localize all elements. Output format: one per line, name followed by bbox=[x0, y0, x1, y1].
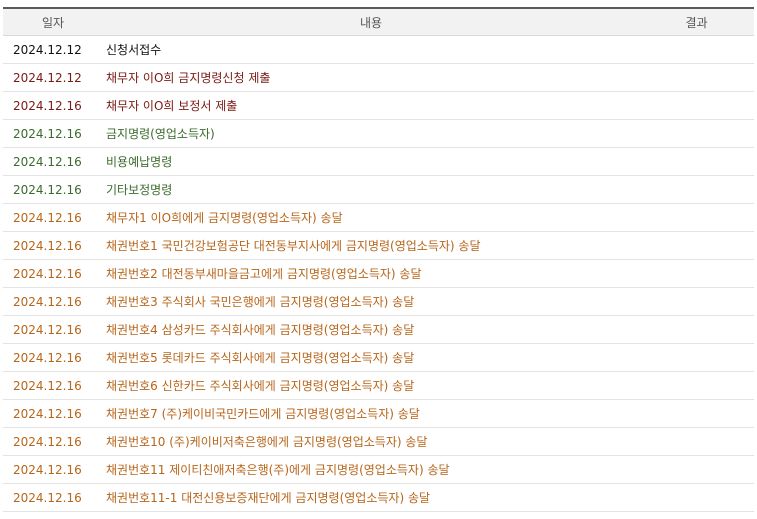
row-date: 2024.12.16 bbox=[3, 315, 103, 344]
table-row: 2024.12.16 금지명령(영업소득자) bbox=[3, 119, 754, 148]
case-progress-table: 일자 내용 결과 2024.12.12 신청서접수 2024.12.12 채무자 이O… bbox=[3, 9, 754, 512]
table-row: 2024.12.16 채권번호5 롯데카드 주식회사에게 금지명령(영업소득자) … bbox=[3, 343, 754, 372]
row-result bbox=[639, 259, 754, 288]
table-row: 2024.12.16 채무자1 이O희에게 금지명령(영업소득자) 송달 bbox=[3, 203, 754, 232]
table-row: 2024.12.16 채권번호1 국민건강보험공단 대전동부지사에게 금지명령(영… bbox=[3, 231, 754, 260]
table-row: 2024.12.16 채권번호7 (주)케이비국민카드에게 금지명령(영업소득자)… bbox=[3, 399, 754, 428]
row-date: 2024.12.16 bbox=[3, 231, 103, 260]
row-date: 2024.12.16 bbox=[3, 91, 103, 120]
row-date: 2024.12.16 bbox=[3, 259, 103, 288]
row-result bbox=[639, 231, 754, 260]
row-date: 2024.12.16 bbox=[3, 343, 103, 372]
case-progress-table-container: 일자 내용 결과 2024.12.12 신청서접수 2024.12.12 채무자 이O… bbox=[3, 7, 754, 512]
row-content: 채권번호4 삼성카드 주식회사에게 금지명령(영업소득자) 송달 bbox=[103, 315, 639, 344]
table-row: 2024.12.16 기타보정명령 bbox=[3, 175, 754, 204]
table-row: 2024.12.16 채권번호2 대전동부새마을금고에게 금지명령(영업소득자) … bbox=[3, 259, 754, 288]
table-row: 2024.12.12 채무자 이O희 금지명령신청 제출 bbox=[3, 63, 754, 92]
row-content: 채권번호11-1 대전신용보증재단에게 금지명령(영업소득자) 송달 bbox=[103, 483, 639, 512]
row-date: 2024.12.16 bbox=[3, 203, 103, 232]
row-date: 2024.12.12 bbox=[3, 63, 103, 92]
row-result bbox=[639, 147, 754, 176]
row-content: 채권번호7 (주)케이비국민카드에게 금지명령(영업소득자) 송달 bbox=[103, 399, 639, 428]
row-result bbox=[639, 287, 754, 316]
table-row: 2024.12.16 채권번호11 제이티친애저축은행(주)에게 금지명령(영업소… bbox=[3, 455, 754, 484]
row-content: 채무자 이O희 보정서 제출 bbox=[103, 91, 639, 120]
row-result bbox=[639, 483, 754, 512]
row-content: 신청서접수 bbox=[103, 35, 639, 64]
table-row: 2024.12.16 채권번호11-1 대전신용보증재단에게 금지명령(영업소득자… bbox=[3, 483, 754, 512]
row-content: 채권번호3 주식회사 국민은행에게 금지명령(영업소득자) 송달 bbox=[103, 287, 639, 316]
row-date: 2024.12.16 bbox=[3, 371, 103, 400]
row-content: 비용예납명령 bbox=[103, 147, 639, 176]
row-date: 2024.12.16 bbox=[3, 427, 103, 456]
row-result bbox=[639, 63, 754, 92]
row-date: 2024.12.12 bbox=[3, 35, 103, 64]
row-result bbox=[639, 399, 754, 428]
table-row: 2024.12.16 비용예납명령 bbox=[3, 147, 754, 176]
row-result bbox=[639, 315, 754, 344]
table-row: 2024.12.16 채권번호10 (주)케이비저축은행에게 금지명령(영업소득자… bbox=[3, 427, 754, 456]
row-content: 채권번호2 대전동부새마을금고에게 금지명령(영업소득자) 송달 bbox=[103, 259, 639, 288]
table-header: 일자 내용 결과 bbox=[3, 9, 754, 36]
row-content: 채권번호5 롯데카드 주식회사에게 금지명령(영업소득자) 송달 bbox=[103, 343, 639, 372]
row-result bbox=[639, 203, 754, 232]
header-content: 내용 bbox=[103, 9, 639, 36]
header-result: 결과 bbox=[639, 9, 754, 36]
header-date: 일자 bbox=[3, 9, 103, 36]
row-date: 2024.12.16 bbox=[3, 399, 103, 428]
row-content: 채무자 이O희 금지명령신청 제출 bbox=[103, 63, 639, 92]
table-row: 2024.12.16 채권번호3 주식회사 국민은행에게 금지명령(영업소득자) … bbox=[3, 287, 754, 316]
row-result bbox=[639, 175, 754, 204]
row-result bbox=[639, 455, 754, 484]
row-result bbox=[639, 91, 754, 120]
row-content: 기타보정명령 bbox=[103, 175, 639, 204]
row-date: 2024.12.16 bbox=[3, 455, 103, 484]
row-result bbox=[639, 427, 754, 456]
row-date: 2024.12.16 bbox=[3, 287, 103, 316]
row-content: 금지명령(영업소득자) bbox=[103, 119, 639, 148]
row-content: 채권번호1 국민건강보험공단 대전동부지사에게 금지명령(영업소득자) 송달 bbox=[103, 231, 639, 260]
row-content: 채무자1 이O희에게 금지명령(영업소득자) 송달 bbox=[103, 203, 639, 232]
header-row: 일자 내용 결과 bbox=[3, 9, 754, 36]
row-date: 2024.12.16 bbox=[3, 119, 103, 148]
row-result bbox=[639, 343, 754, 372]
row-date: 2024.12.16 bbox=[3, 175, 103, 204]
row-date: 2024.12.16 bbox=[3, 483, 103, 512]
row-result bbox=[639, 371, 754, 400]
table-row: 2024.12.16 채권번호6 신한카드 주식회사에게 금지명령(영업소득자) … bbox=[3, 371, 754, 400]
row-content: 채권번호11 제이티친애저축은행(주)에게 금지명령(영업소득자) 송달 bbox=[103, 455, 639, 484]
table-row: 2024.12.16 채권번호4 삼성카드 주식회사에게 금지명령(영업소득자) … bbox=[3, 315, 754, 344]
row-result bbox=[639, 35, 754, 64]
row-content: 채권번호6 신한카드 주식회사에게 금지명령(영업소득자) 송달 bbox=[103, 371, 639, 400]
row-content: 채권번호10 (주)케이비저축은행에게 금지명령(영업소득자) 송달 bbox=[103, 427, 639, 456]
table-body: 2024.12.12 신청서접수 2024.12.12 채무자 이O희 금지명령신청 … bbox=[3, 35, 754, 512]
row-result bbox=[639, 119, 754, 148]
table-row: 2024.12.12 신청서접수 bbox=[3, 35, 754, 64]
table-row: 2024.12.16 채무자 이O희 보정서 제출 bbox=[3, 91, 754, 120]
row-date: 2024.12.16 bbox=[3, 147, 103, 176]
